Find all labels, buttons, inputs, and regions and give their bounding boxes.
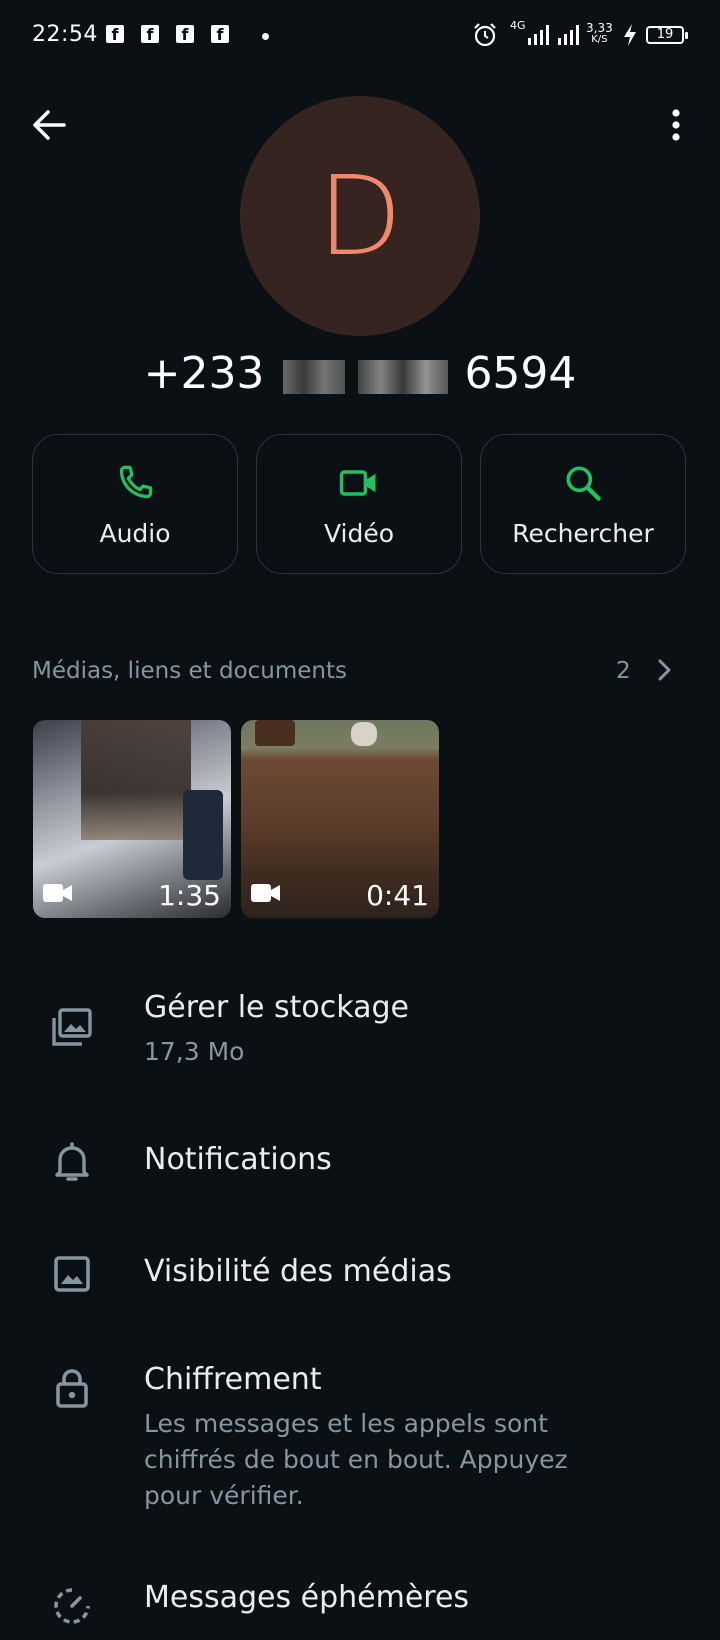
- encryption-title: Chiffrement: [144, 1362, 322, 1397]
- storage-subtitle: 17,3 Mo: [144, 1037, 245, 1066]
- bell-icon: [55, 1142, 89, 1181]
- thumbnail-horse: [255, 720, 295, 746]
- signal-icon: [528, 25, 549, 45]
- video-camera-icon: [43, 884, 72, 902]
- video-call-button[interactable]: Vidéo: [256, 434, 462, 574]
- facebook-notification-icon: f: [106, 25, 124, 44]
- more-notifications-dot: [262, 33, 269, 40]
- thumbnail-overlay-panel: [183, 790, 223, 880]
- network-speed-value: 3,33: [586, 21, 613, 35]
- facebook-notification-icon: f: [211, 25, 229, 44]
- status-bar: 22:54 f f f f 4G 3,33 K/S 19: [0, 0, 720, 70]
- photo-library-icon: [52, 1008, 92, 1046]
- network-speed: 3,33 K/S: [586, 22, 613, 46]
- disappearing-messages-title: Messages éphémères: [144, 1580, 470, 1615]
- encryption-subtitle: Les messages et les appels sont chiffrés…: [144, 1409, 568, 1510]
- facebook-notification-icon: f: [141, 25, 159, 44]
- storage-row[interactable]: Gérer le stockage 17,3 Mo: [0, 980, 720, 1080]
- charging-icon: [624, 24, 636, 46]
- lock-icon: [56, 1369, 88, 1408]
- image-icon: [54, 1256, 90, 1292]
- video-call-label: Vidéo: [323, 519, 395, 548]
- storage-title: Gérer le stockage: [144, 990, 410, 1025]
- media-thumbnail[interactable]: 0:41: [241, 720, 439, 918]
- media-visibility-title: Visibilité des médias: [144, 1254, 452, 1289]
- video-duration: 1:35: [158, 879, 221, 912]
- encryption-row[interactable]: Chiffrement Les messages et les appels s…: [0, 1352, 720, 1522]
- chevron-right-icon[interactable]: [652, 656, 676, 684]
- notifications-row[interactable]: Notifications: [0, 1128, 720, 1198]
- thumbnail-redaction: [81, 720, 191, 840]
- phone-redaction-block: [358, 360, 448, 394]
- network-speed-unit: K/S: [591, 34, 608, 45]
- audio-call-button[interactable]: Audio: [32, 434, 238, 574]
- search-button[interactable]: Rechercher: [480, 434, 686, 574]
- media-thumbnail[interactable]: 1:35: [33, 720, 231, 918]
- back-arrow-icon[interactable]: [28, 104, 70, 146]
- thumbnail-sheep: [351, 722, 377, 746]
- search-label: Rechercher: [512, 519, 654, 548]
- media-section-title[interactable]: Médias, liens et documents: [32, 658, 347, 684]
- video-icon: [339, 470, 376, 496]
- media-count[interactable]: 2: [616, 658, 631, 684]
- signal-icon-2: [558, 25, 579, 45]
- network-type: 4G: [510, 19, 526, 32]
- search-icon: [566, 466, 601, 501]
- audio-call-label: Audio: [99, 519, 171, 548]
- video-duration: 0:41: [366, 879, 429, 912]
- phone-redaction-block: [283, 360, 345, 394]
- timer-icon: [54, 1588, 90, 1624]
- notifications-title: Notifications: [144, 1142, 332, 1177]
- alarm-icon: [474, 23, 496, 47]
- media-visibility-row[interactable]: Visibilité des médias: [0, 1240, 720, 1310]
- video-camera-icon: [251, 884, 280, 902]
- phone-suffix: 6594: [464, 348, 577, 399]
- status-time: 22:54: [32, 22, 98, 47]
- more-options-icon[interactable]: [660, 104, 692, 146]
- phone-icon: [119, 465, 153, 499]
- phone-prefix: +233: [143, 348, 265, 399]
- facebook-notification-icon: f: [176, 25, 194, 44]
- contact-avatar[interactable]: D: [240, 96, 480, 336]
- battery-indicator: 19: [646, 26, 688, 44]
- disappearing-messages-row[interactable]: Messages éphémères: [0, 1570, 720, 1640]
